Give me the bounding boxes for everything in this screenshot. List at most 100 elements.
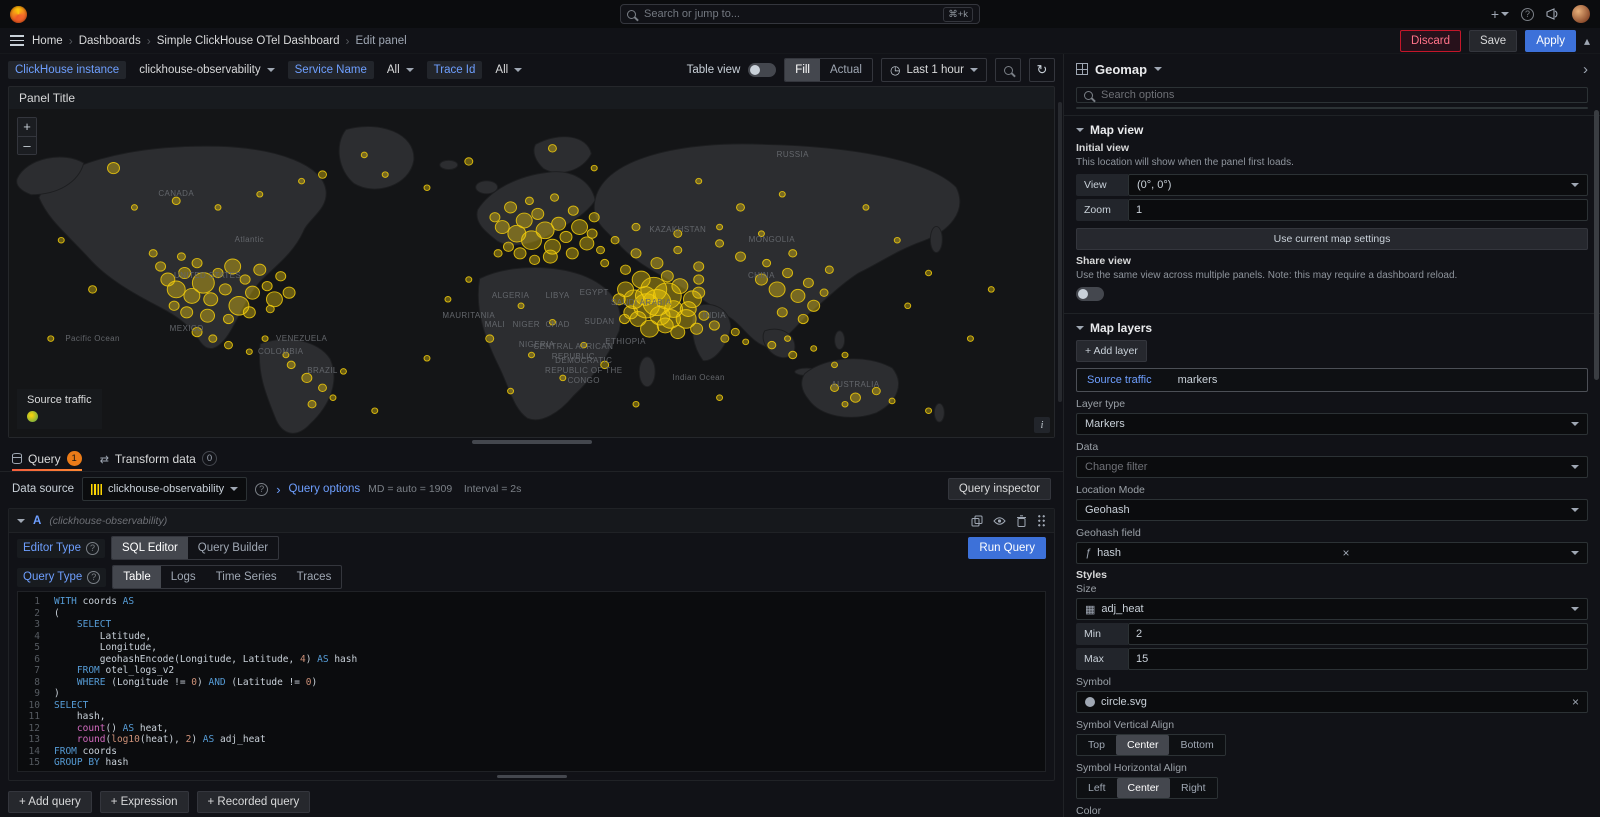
duplicate-icon[interactable]	[971, 515, 983, 527]
news-icon[interactable]	[1546, 8, 1560, 20]
valign-bottom[interactable]: Bottom	[1169, 735, 1224, 755]
sql-editor[interactable]: 123456789101112131415 WITH coords AS( SE…	[17, 591, 1046, 772]
datasource-label: Data source	[12, 483, 74, 495]
menu-icon[interactable]	[10, 35, 24, 46]
global-search[interactable]: ⌘+k	[620, 4, 980, 24]
layer-item-source-traffic[interactable]: Source traffic markers	[1076, 368, 1588, 392]
share-view-toggle[interactable]	[1076, 287, 1104, 301]
hide-response-icon[interactable]	[993, 516, 1006, 526]
fill-option[interactable]: Fill	[785, 59, 820, 81]
var-select-clickhouse-instance[interactable]: clickhouse-observability	[132, 61, 281, 79]
add-query-button[interactable]: + Add query	[8, 791, 92, 813]
panel-type-select[interactable]: Geomap	[1095, 62, 1147, 77]
geohash-field-select[interactable]: hash	[1076, 542, 1588, 564]
chevron-down-icon	[1076, 326, 1084, 330]
query-inspector-button[interactable]: Query inspector	[948, 478, 1051, 500]
grafana-edit-panel: ⌘+k + Home Dashboards Simple ClickHouse …	[0, 0, 1600, 817]
top-navbar: ⌘+k +	[0, 0, 1600, 28]
zoom-out-button[interactable]	[995, 58, 1021, 82]
max-input[interactable]	[1128, 648, 1588, 670]
breadcrumb-dashboards[interactable]: Dashboards	[79, 35, 141, 47]
datasource-select[interactable]: clickhouse-observability	[82, 477, 247, 501]
clear-icon[interactable]	[1572, 695, 1579, 709]
chevron-down-icon	[1571, 422, 1579, 426]
chevron-up-icon[interactable]	[1584, 34, 1590, 48]
valign-center[interactable]: Center	[1116, 735, 1170, 755]
discard-button[interactable]: Discard	[1400, 30, 1461, 52]
resize-handle[interactable]	[497, 775, 567, 778]
transform-icon	[100, 452, 109, 466]
zoom-in-button[interactable]: +	[18, 118, 36, 136]
recorded-query-button[interactable]: + Recorded query	[197, 791, 311, 813]
query-options-toggle[interactable]: Query options	[289, 483, 361, 495]
fill-actual-segmented: Fill Actual	[784, 58, 873, 82]
left-scrollbar[interactable]	[1058, 102, 1062, 402]
options-search[interactable]	[1076, 87, 1588, 103]
panel-title[interactable]: Panel Title	[9, 87, 1054, 109]
workspace: ClickHouse instance clickhouse-observabi…	[0, 54, 1600, 817]
zoom-input[interactable]	[1128, 199, 1588, 221]
grafana-logo[interactable]	[10, 6, 27, 23]
halign-center[interactable]: Center	[1117, 778, 1171, 798]
map-layers-section-header[interactable]: Map layers	[1076, 321, 1588, 335]
options-header: Geomap	[1064, 54, 1600, 84]
attribution-icon[interactable]: i	[1034, 417, 1050, 433]
view-select[interactable]: (0°, 0°)	[1128, 174, 1588, 196]
add-icon[interactable]: +	[1491, 6, 1509, 22]
collapse-options-icon[interactable]	[1583, 61, 1588, 78]
avatar[interactable]	[1572, 5, 1590, 23]
query-row-header[interactable]: A (clickhouse-observability)	[9, 509, 1054, 533]
location-mode-select[interactable]: Geohash	[1076, 499, 1588, 521]
query-options-meta: MD = auto = 1909 Interval = 2s	[368, 483, 521, 495]
geomap-canvas[interactable]: RUSSIACANADAUNITED STATESMEXICOBRAZILCOL…	[9, 109, 1054, 437]
time-range-picker[interactable]: Last 1 hour	[881, 58, 987, 82]
chevron-down-icon	[1571, 607, 1579, 611]
min-input[interactable]	[1128, 623, 1588, 645]
halign-left[interactable]: Left	[1077, 778, 1117, 798]
halign-right[interactable]: Right	[1170, 778, 1217, 798]
help-icon[interactable]	[255, 483, 268, 496]
tab-query-builder[interactable]: Query Builder	[188, 537, 278, 559]
help-icon[interactable]	[87, 571, 100, 584]
tab-query[interactable]: Query 1	[12, 446, 82, 471]
search-input[interactable]	[642, 7, 937, 21]
use-current-map-settings-button[interactable]: Use current map settings	[1076, 228, 1588, 250]
symbol-select[interactable]: circle.svg	[1076, 691, 1588, 713]
map-view-section-header[interactable]: Map view	[1076, 123, 1588, 137]
expression-button[interactable]: + Expression	[100, 791, 189, 813]
options-scrollbar[interactable]	[1594, 110, 1599, 380]
help-icon[interactable]	[86, 542, 99, 555]
breadcrumb-home[interactable]: Home	[32, 35, 63, 47]
var-select-service-name[interactable]: All	[380, 61, 421, 79]
tab-logs[interactable]: Logs	[161, 566, 206, 588]
symbol-halign-label: Symbol Horizontal Align	[1076, 762, 1588, 774]
run-query-button[interactable]: Run Query	[968, 537, 1046, 559]
zoom-label: Zoom	[1076, 199, 1128, 221]
resize-handle[interactable]	[472, 440, 592, 444]
zoom-out-icon	[1004, 66, 1013, 75]
size-field-select[interactable]: adj_heat	[1076, 598, 1588, 620]
options-search-input[interactable]	[1099, 88, 1580, 102]
var-select-trace-id[interactable]: All	[488, 61, 529, 79]
save-button[interactable]: Save	[1469, 30, 1517, 52]
data-filter-select[interactable]: Change filter	[1076, 456, 1588, 478]
zoom-out-button[interactable]: –	[18, 136, 36, 154]
drag-handle-icon[interactable]	[1037, 514, 1046, 527]
tab-transform-data[interactable]: Transform data 0	[100, 446, 217, 471]
query-actions	[971, 514, 1046, 527]
tab-sql-editor[interactable]: SQL Editor	[112, 537, 188, 559]
refresh-button[interactable]	[1029, 58, 1055, 82]
clear-icon[interactable]	[1342, 546, 1349, 560]
help-icon[interactable]	[1521, 8, 1534, 21]
tab-time-series[interactable]: Time Series	[206, 566, 287, 588]
breadcrumb-dashboard-name[interactable]: Simple ClickHouse OTel Dashboard	[157, 35, 340, 47]
tab-table[interactable]: Table	[113, 566, 161, 588]
apply-button[interactable]: Apply	[1525, 30, 1576, 52]
delete-icon[interactable]	[1016, 515, 1027, 527]
max-label: Max	[1076, 648, 1128, 670]
layer-type-select[interactable]: Markers	[1076, 413, 1588, 435]
table-view-toggle[interactable]	[748, 63, 776, 77]
actual-option[interactable]: Actual	[820, 59, 872, 81]
valign-top[interactable]: Top	[1077, 735, 1116, 755]
add-layer-button[interactable]: + Add layer	[1076, 340, 1147, 362]
